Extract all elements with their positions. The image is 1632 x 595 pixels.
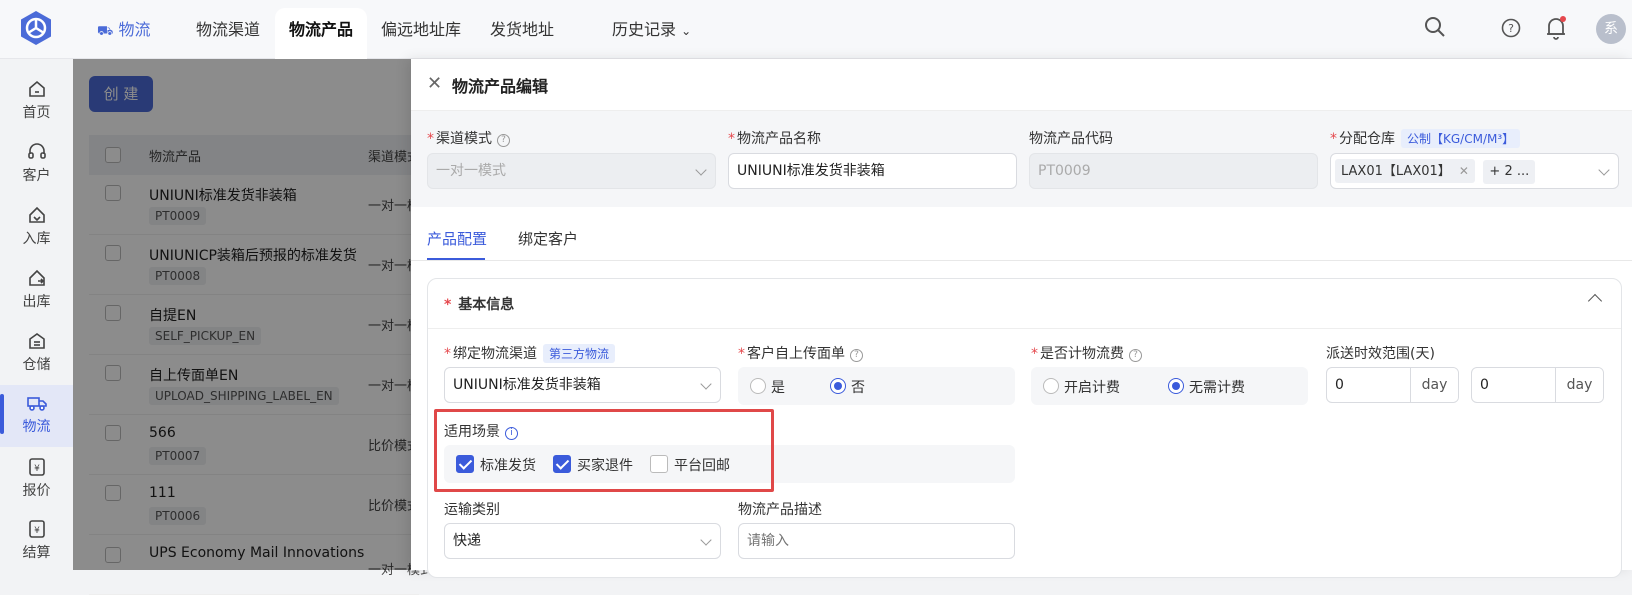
delivery-range-label: 派送时效范围(天) bbox=[1326, 346, 1435, 362]
nav-history-dropdown[interactable]: 历史记录 ⌄ bbox=[612, 16, 691, 40]
section-title: * 基本信息 bbox=[444, 297, 515, 313]
description-input[interactable] bbox=[738, 523, 1015, 559]
delivery-max-input[interactable]: 0 day bbox=[1471, 367, 1604, 403]
notification-bell-icon[interactable] bbox=[1545, 16, 1567, 44]
more-tags-count: + 2 ... bbox=[1483, 160, 1536, 184]
chevron-down-icon bbox=[695, 164, 707, 176]
truck-icon: ⛟ bbox=[97, 24, 114, 39]
radio-enable-charge[interactable] bbox=[1043, 378, 1059, 394]
sidebar-active-indicator bbox=[0, 394, 4, 434]
nav-item-products[interactable]: 物流产品 bbox=[289, 16, 353, 40]
truck-icon bbox=[26, 397, 47, 411]
tab-product-config[interactable]: 产品配置 bbox=[427, 228, 487, 249]
bind-channel-select[interactable]: UNIUNI标准发货非装箱 bbox=[444, 367, 721, 403]
inbound-icon bbox=[28, 206, 45, 223]
nav-item-remote-addresses[interactable]: 偏远地址库 bbox=[381, 16, 461, 40]
highlight-box bbox=[434, 409, 774, 492]
sidebar-item-customers[interactable]: 客户 bbox=[0, 134, 73, 196]
outbound-icon bbox=[28, 269, 45, 286]
radio-no-charge-label: 无需计费 bbox=[1189, 380, 1245, 396]
self-label-radio-group: 是 否 bbox=[738, 367, 1015, 405]
warehouse-tag: LAX01【LAX01】 ✕ bbox=[1335, 159, 1475, 183]
description-label: 物流产品描述 bbox=[738, 502, 822, 518]
transport-type-label: 运输类别 bbox=[444, 502, 500, 518]
transport-type-select[interactable]: 快递 bbox=[444, 523, 721, 559]
settlement-icon: ¥ bbox=[28, 520, 45, 538]
close-icon[interactable]: ✕ bbox=[427, 73, 442, 94]
unit-suffix: day bbox=[1410, 368, 1458, 402]
nav-item-ship-addresses[interactable]: 发货地址 bbox=[490, 16, 554, 40]
chevron-down-icon bbox=[700, 378, 712, 390]
card-divider bbox=[428, 328, 1621, 329]
warehouse-icon bbox=[28, 333, 45, 349]
delivery-min-input[interactable]: 0 day bbox=[1326, 367, 1459, 403]
radio-enable-charge-label: 开启计费 bbox=[1064, 380, 1120, 396]
svg-text:¥: ¥ bbox=[34, 526, 40, 536]
quote-icon: ¥ bbox=[28, 458, 45, 476]
product-name-input[interactable]: UNIUNI标准发货非装箱 bbox=[728, 153, 1017, 189]
active-tab-underline bbox=[427, 258, 485, 260]
unit-suffix: day bbox=[1555, 368, 1603, 402]
warehouse-label: * 分配仓库 公制【KG/CM/M³】 bbox=[1330, 128, 1521, 148]
bind-channel-label: * 绑定物流渠道 第三方物流 bbox=[444, 343, 616, 363]
sidebar-item-outbound[interactable]: 出库 bbox=[0, 260, 73, 322]
chevron-down-icon bbox=[1598, 164, 1610, 176]
product-name-label: * 物流产品名称 bbox=[728, 131, 821, 147]
tab-bind-customers[interactable]: 绑定客户 bbox=[518, 228, 578, 249]
nav-brand-logistics[interactable]: ⛟ 物流 bbox=[97, 16, 150, 41]
radio-no[interactable] bbox=[830, 378, 846, 394]
tag-close-icon[interactable]: ✕ bbox=[1459, 164, 1469, 178]
drawer-title: 物流产品编辑 bbox=[452, 77, 549, 96]
help-icon[interactable]: ? bbox=[1501, 18, 1521, 42]
radio-yes-label: 是 bbox=[771, 380, 785, 396]
third-party-tag: 第三方物流 bbox=[543, 344, 616, 363]
charge-fee-label: * 是否计物流费? bbox=[1031, 343, 1142, 363]
tabs-divider bbox=[411, 260, 1632, 261]
radio-no-label: 否 bbox=[851, 380, 865, 396]
sidebar-item-home[interactable]: 首页 bbox=[0, 71, 73, 133]
drawer-header: ✕ 物流产品编辑 bbox=[411, 59, 1632, 111]
app-logo-icon[interactable] bbox=[18, 10, 54, 46]
channel-mode-select: 一对一模式 bbox=[427, 153, 716, 189]
sidebar-item-logistics[interactable]: 物流 bbox=[0, 385, 73, 447]
help-icon: ? bbox=[1129, 349, 1142, 362]
sidebar-item-quote[interactable]: ¥ 报价 bbox=[0, 449, 73, 511]
search-icon[interactable] bbox=[1424, 16, 1446, 42]
chevron-down-icon: ⌄ bbox=[681, 24, 692, 38]
sidebar-item-warehouse[interactable]: 仓储 bbox=[0, 323, 73, 385]
svg-text:?: ? bbox=[1508, 22, 1514, 35]
headset-icon bbox=[27, 143, 46, 159]
nav-item-channels[interactable]: 物流渠道 bbox=[196, 16, 260, 40]
channel-mode-label: * 渠道模式? bbox=[427, 128, 510, 148]
product-code-label: 物流产品代码 bbox=[1029, 131, 1113, 147]
charge-fee-radio-group: 开启计费 无需计费 bbox=[1031, 367, 1308, 405]
radio-no-charge[interactable] bbox=[1168, 378, 1184, 394]
modal-overlay[interactable] bbox=[73, 59, 411, 570]
chevron-down-icon bbox=[700, 534, 712, 546]
warehouse-select[interactable]: LAX01【LAX01】 ✕ + 2 ... bbox=[1330, 153, 1619, 189]
radio-yes[interactable] bbox=[750, 378, 766, 394]
unit-system-tag: 公制【KG/CM/M³】 bbox=[1401, 129, 1521, 148]
svg-text:¥: ¥ bbox=[34, 464, 40, 474]
help-icon: ? bbox=[850, 349, 863, 362]
avatar[interactable]: 系 bbox=[1596, 14, 1626, 44]
help-icon: ? bbox=[497, 134, 510, 147]
home-icon bbox=[28, 80, 45, 97]
sidebar-item-settlement[interactable]: ¥ 结算 bbox=[0, 511, 73, 573]
sidebar-item-inbound[interactable]: 入库 bbox=[0, 197, 73, 259]
product-code-input: PT0009 bbox=[1029, 153, 1318, 189]
self-label-label: * 客户自上传面单? bbox=[738, 343, 863, 363]
